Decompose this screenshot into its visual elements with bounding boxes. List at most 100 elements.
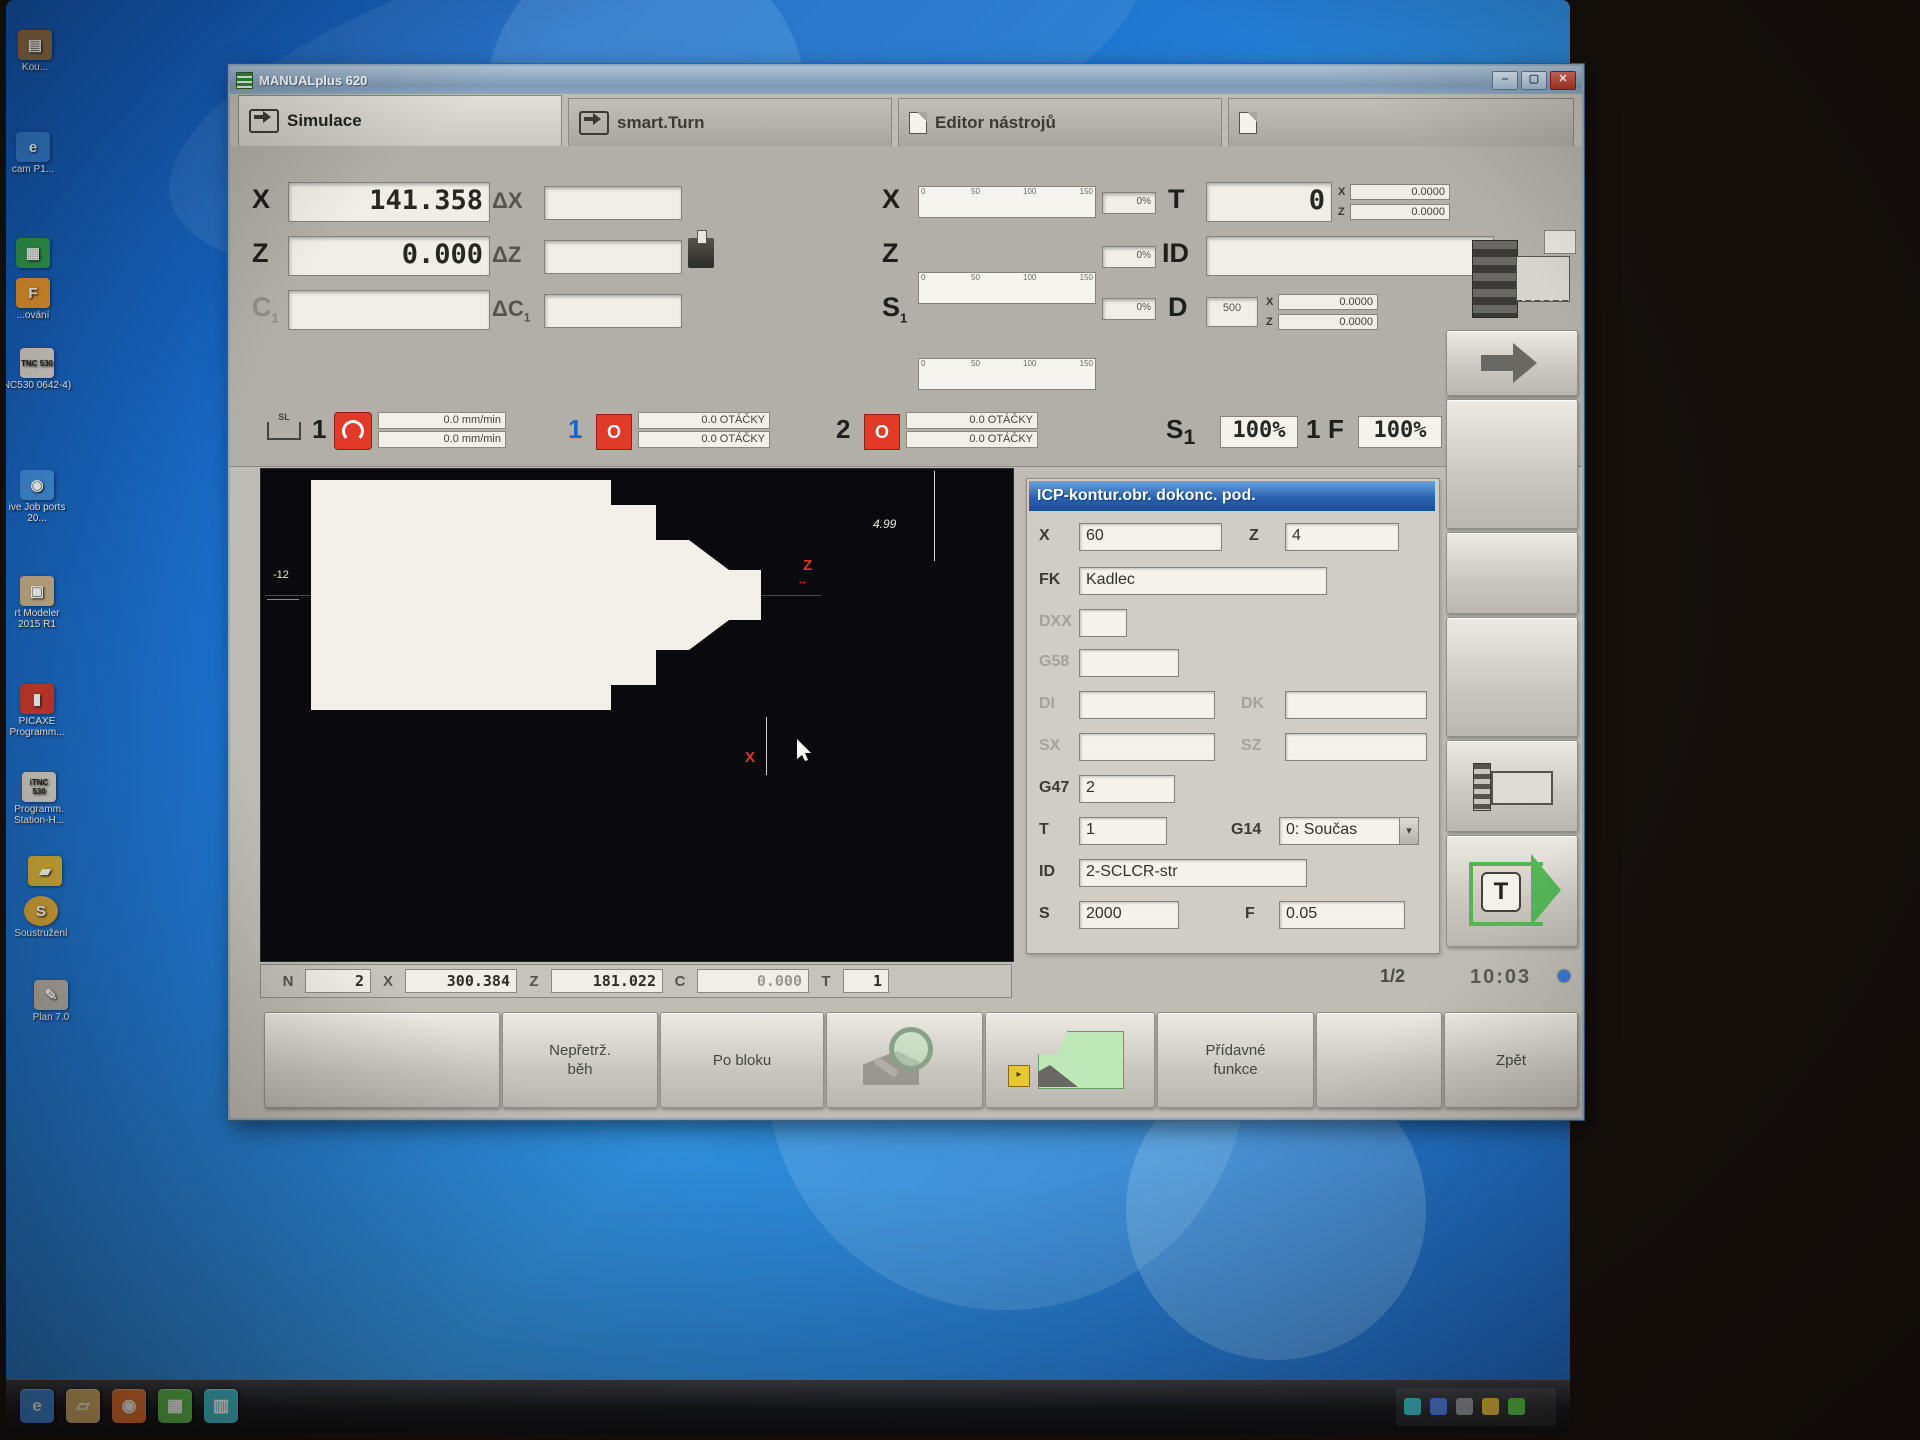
desktop-icon[interactable]: ▮PICAXE Programm...: [6, 684, 72, 738]
arrow-icon: [249, 109, 279, 133]
axis-label-z: Z: [252, 238, 269, 269]
desktop-icon[interactable]: ✎Plan 7.0: [16, 980, 86, 1023]
x-axis-marker: X: [745, 749, 755, 766]
softkey-zoom[interactable]: [826, 1012, 983, 1108]
field-sx[interactable]: [1079, 733, 1215, 761]
desktop-icon[interactable]: SSoustružení: [6, 896, 76, 939]
desktop-icon[interactable]: F...ování: [6, 278, 68, 321]
tray-icon[interactable]: [1508, 1398, 1525, 1415]
softkey-blank[interactable]: [1446, 532, 1578, 614]
field-dxx[interactable]: [1079, 609, 1127, 637]
x-axis-line: [766, 717, 767, 775]
close-button[interactable]: ✕: [1550, 71, 1576, 90]
desktop-icon[interactable]: ▤Kou...: [6, 30, 70, 73]
play-badge-icon: ▸: [1008, 1065, 1030, 1087]
slide-icon: SL: [264, 412, 304, 440]
field-f[interactable]: 0.05: [1279, 901, 1405, 929]
softkey-chuck[interactable]: [1446, 740, 1578, 832]
softkey-blank[interactable]: [1446, 399, 1578, 529]
tab-extra[interactable]: [1228, 98, 1574, 146]
field-g58[interactable]: [1079, 649, 1179, 677]
desktop-icon-glyph: F: [16, 278, 50, 308]
taskbar-media-icon[interactable]: ◉: [112, 1389, 146, 1423]
desktop-icon-glyph: ▤: [18, 30, 52, 60]
feed-rate-display: 0.0 mm/min 0.0 mm/min: [378, 412, 506, 448]
field-label-dxx: DXX: [1039, 613, 1072, 631]
delta-label-z: ΔZ: [492, 242, 521, 268]
desktop-icon[interactable]: iTNC 530Programm. Station-H...: [6, 772, 74, 826]
field-label-id: ID: [1039, 863, 1055, 881]
load-bar-z: 050100150: [918, 272, 1096, 304]
system-tray: [1396, 1388, 1556, 1426]
load-bar-label-x: X: [882, 184, 900, 215]
minimize-button[interactable]: ‒: [1492, 71, 1518, 90]
t-value: 1: [843, 969, 889, 993]
desktop-icon[interactable]: TNC 530NC530 0642-4): [6, 348, 72, 391]
n-value: 2: [305, 969, 371, 993]
field-di[interactable]: [1079, 691, 1215, 719]
field-id[interactable]: 2-SCLCR-str: [1079, 859, 1307, 887]
z-axis-arrows: ↔: [797, 575, 808, 587]
simulation-status-bar: N2 X300.384 Z181.022 C0.000 T1: [260, 964, 1012, 998]
tray-icon[interactable]: [1456, 1398, 1473, 1415]
load-pct-x: 0%: [1102, 192, 1156, 214]
simulation-canvas[interactable]: 4.99 -12 Z ↔ X: [260, 468, 1014, 962]
tab-smart-turn[interactable]: smart.Turn: [568, 98, 892, 146]
field-label-sx: SX: [1039, 737, 1060, 755]
field-label-g14: G14: [1231, 821, 1261, 839]
field-dk[interactable]: [1285, 691, 1427, 719]
softkey-continue-arrow[interactable]: [1446, 330, 1578, 396]
desktop-icon[interactable]: ▦: [6, 238, 68, 270]
field-g14-dropdown[interactable]: 0: Součas ▾: [1279, 817, 1419, 845]
spindle2-number: 2: [836, 414, 850, 445]
dro-value-x: 141.358: [288, 182, 490, 222]
desktop-icon[interactable]: ▰: [10, 856, 80, 888]
softkey-continuous-run[interactable]: Nepřetrž.běh: [502, 1012, 658, 1108]
z-value: 181.022: [551, 969, 663, 993]
load-bar-label-z: Z: [882, 238, 899, 269]
load-pct-s: 0%: [1102, 298, 1156, 320]
softkey-additional-functions[interactable]: Přídavnéfunkce: [1157, 1012, 1314, 1108]
taskbar-app-icon[interactable]: ▥: [204, 1389, 238, 1423]
taskbar-folder-icon[interactable]: ▱: [66, 1389, 100, 1423]
d-label: D: [1168, 292, 1188, 323]
field-s[interactable]: 2000: [1079, 901, 1179, 929]
dro-value-c: [288, 290, 490, 330]
softkey-contour-view[interactable]: ▸: [985, 1012, 1155, 1108]
tool-offset-stack-1: X0.0000 Z0.0000: [1338, 182, 1458, 220]
desktop-icon[interactable]: ▣rt Modeler 2015 R1: [6, 576, 72, 630]
tray-icon[interactable]: [1482, 1398, 1499, 1415]
field-sz[interactable]: [1285, 733, 1427, 761]
field-fk[interactable]: Kadlec: [1079, 567, 1327, 595]
softkey-tool-call[interactable]: T: [1446, 835, 1578, 947]
taskbar-ie-icon[interactable]: e: [20, 1389, 54, 1423]
softkey-blank[interactable]: [264, 1012, 500, 1108]
field-label-f: F: [1245, 905, 1255, 923]
feed-override-value: 100%: [1358, 416, 1442, 448]
window-titlebar[interactable]: MANUALplus 620 ‒ ▢ ✕: [230, 66, 1582, 94]
taskbar-app-icon[interactable]: ▦: [158, 1389, 192, 1423]
field-t[interactable]: 1: [1079, 817, 1167, 845]
field-x[interactable]: 60: [1079, 523, 1222, 551]
clock: 10:03: [1470, 966, 1531, 989]
tab-editor-nastroju[interactable]: Editor nástrojů: [898, 98, 1222, 146]
dimension-label: 4.99: [873, 517, 896, 531]
maximize-button[interactable]: ▢: [1521, 71, 1547, 90]
softkey-blank[interactable]: [1316, 1012, 1442, 1108]
softkey-blank[interactable]: [1446, 617, 1578, 737]
field-z[interactable]: 4: [1285, 523, 1399, 551]
tab-simulace[interactable]: Simulace: [238, 95, 562, 146]
softkey-back[interactable]: Zpět: [1444, 1012, 1578, 1108]
softkey-single-block[interactable]: Po bloku: [660, 1012, 824, 1108]
icp-form-panel: ICP-kontur.obr. dokonc. pod. X 60 Z 4 FK…: [1026, 478, 1440, 954]
desktop-icon[interactable]: ◉ive Job ports 20...: [6, 470, 72, 524]
field-label-g47: G47: [1039, 779, 1069, 797]
feed-channel-number: 1: [312, 414, 326, 445]
field-g47[interactable]: 2: [1079, 775, 1175, 803]
chevron-down-icon[interactable]: ▾: [1399, 818, 1418, 844]
tray-icon[interactable]: [1404, 1398, 1421, 1415]
field-label-dk: DK: [1241, 695, 1264, 713]
tray-icon[interactable]: [1430, 1398, 1447, 1415]
desktop-icon[interactable]: ecam P1...: [6, 132, 68, 175]
delta-value-z: [544, 240, 682, 274]
